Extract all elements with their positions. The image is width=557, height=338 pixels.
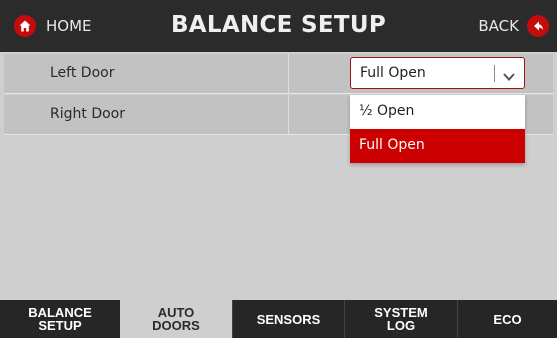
option-half-open[interactable]: ½ Open bbox=[350, 95, 525, 129]
tab-system-log[interactable]: SYSTEM LOG bbox=[344, 300, 457, 338]
tab-balance-setup[interactable]: BALANCE SETUP bbox=[0, 300, 120, 338]
right-door-label: Right Door bbox=[50, 106, 125, 122]
door-options-dropdown: ½ Open Full Open bbox=[350, 95, 525, 163]
left-door-label: Left Door bbox=[50, 65, 115, 81]
tab-label: AUTO DOORS bbox=[152, 305, 200, 333]
tab-eco[interactable]: ECO bbox=[457, 300, 557, 338]
chevron-down-icon[interactable] bbox=[502, 67, 516, 86]
tab-label: SENSORS bbox=[256, 311, 321, 327]
header-bar: HOME BALANCE SETUP BACK bbox=[0, 0, 557, 52]
row-divider bbox=[288, 95, 289, 134]
tab-auto-doors[interactable]: AUTO DOORS bbox=[120, 300, 232, 338]
tab-label: SYSTEM LOG bbox=[374, 305, 428, 333]
tab-label: ECO bbox=[493, 311, 522, 327]
back-arrow-icon bbox=[527, 15, 549, 37]
select-separator bbox=[494, 65, 495, 82]
left-door-select[interactable]: Full Open bbox=[350, 57, 525, 89]
bottom-tab-bar: BALANCE SETUP AUTO DOORS SENSORS SYSTEM … bbox=[0, 300, 557, 338]
back-label: BACK bbox=[478, 17, 519, 35]
row-divider bbox=[288, 54, 289, 93]
page-title: BALANCE SETUP bbox=[170, 12, 387, 38]
option-full-open[interactable]: Full Open bbox=[350, 129, 525, 163]
back-button[interactable]: BACK bbox=[478, 13, 549, 39]
tab-label: BALANCE SETUP bbox=[28, 305, 92, 333]
tab-sensors[interactable]: SENSORS bbox=[232, 300, 344, 338]
select-value: Full Open bbox=[360, 65, 426, 81]
